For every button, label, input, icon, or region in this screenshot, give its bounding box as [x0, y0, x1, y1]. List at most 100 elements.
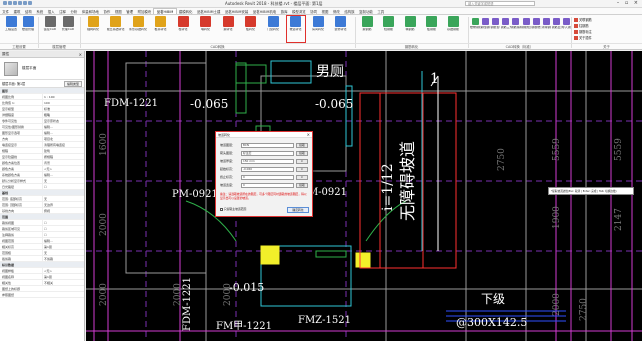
arrow-layer-input[interactable]: 标注层 — [241, 150, 294, 156]
pick-ramp-layer-button[interactable]: 提取 — [296, 142, 308, 148]
ribbon-tool[interactable]: 钢筋三维 — [501, 16, 511, 42]
tool-icon — [553, 18, 561, 25]
tool-label: 梁柱钢筋 — [480, 26, 490, 29]
properties-title: 属性 — [2, 52, 10, 56]
tool-icon — [471, 18, 479, 25]
ribbon-tab[interactable]: 品茗HiBIM — [153, 8, 177, 14]
ribbon-tool[interactable]: 楼层管理 — [19, 16, 37, 42]
command-tooltip: *提取坡道边线(Esc: 取消 | Enter: 完成 | Tab: 切换边线) — [548, 187, 634, 195]
ribbon-tool[interactable]: 墙转化 — [197, 16, 215, 42]
tool-icon — [290, 16, 301, 27]
tool-label: 柱转化 — [178, 28, 188, 31]
ribbon-tool[interactable]: 钢筋编辑 — [511, 16, 521, 42]
ribbon-tool[interactable]: 坡道转化 — [285, 15, 306, 43]
checkbox-icon[interactable] — [220, 207, 223, 211]
ribbon-tool[interactable]: 梁转化 — [219, 16, 237, 42]
ribbon-tool[interactable]: 钢筋检查 — [521, 16, 531, 42]
edit-type-button[interactable]: 编辑类型 — [63, 81, 82, 87]
pick-arrow-layer-button[interactable]: 提取 — [296, 150, 308, 156]
tool-icon — [155, 16, 166, 27]
convert-button[interactable]: 确定转化 — [287, 207, 309, 213]
ribbon-tool[interactable]: 桩基转化 — [152, 16, 170, 42]
chevron-down-icon[interactable]: ▾ — [296, 158, 308, 164]
ribbon-tool[interactable]: 轴网转化 — [84, 16, 102, 42]
tool-label: 楼梯钢筋 — [470, 26, 480, 29]
ramp-layer-input[interactable]: BCN — [241, 142, 294, 148]
ribbon-tool[interactable]: 清除钢筋 — [541, 16, 551, 42]
ribbon-tool[interactable]: 钢筋显示 — [552, 16, 562, 42]
cad-drawing[interactable]: 男厕FDM-1221 -0.065 -0.065PM-0921 FM-0921-0.0… — [86, 51, 642, 341]
ramp-width-field: 坡道宽度： 0 提取 — [220, 182, 310, 188]
ribbon-tool[interactable]: 板转化 — [242, 16, 260, 42]
tool-label: 房间转化 — [311, 28, 324, 31]
tool-icon — [491, 18, 499, 25]
ribbon-tool[interactable]: 板钢筋 — [423, 16, 441, 42]
end-level-field: 终止标高： 0 ▾ — [220, 174, 310, 180]
ribbon-tool[interactable]: 柱转化 — [174, 16, 192, 42]
quick-access-toolbar[interactable] — [3, 1, 41, 7]
start-level-field: 起始标高： -0.060 ▾ — [220, 166, 310, 172]
tool-icon — [383, 16, 394, 27]
tool-icon — [502, 18, 510, 25]
tool-label: 钢筋统计 — [531, 26, 541, 29]
ramp-layer-field: 坡道图层： BCN 提取 — [220, 142, 310, 148]
window-controls[interactable]: – ▫ × — [617, 1, 640, 6]
drawing-canvas[interactable]: 男厕 FDM-1221 -0.065 -0.065 PM-0921 FM-0921 -0.0… — [86, 51, 642, 341]
ribbon-tool[interactable]: 房间转化 — [309, 16, 327, 42]
ribbon-tool[interactable]: 装修转化 — [332, 16, 350, 42]
ribbon-tool[interactable]: 工程设置 — [2, 16, 20, 42]
close-icon[interactable]: × — [79, 51, 82, 58]
group-label: 工程设置 — [0, 43, 38, 50]
tool-label: 柱钢筋 — [383, 28, 393, 31]
tool-icon — [426, 16, 437, 27]
cad-label: PM-0921 — [172, 189, 218, 200]
ribbon-tool[interactable]: 条形基础转化 — [129, 16, 147, 42]
cad-label: 2147 — [614, 208, 624, 231]
ribbon-tool[interactable]: 钢筋统计 — [531, 16, 541, 42]
cad-label: 下级 — [481, 292, 505, 306]
ribbon-tool[interactable]: 独立基础转化 — [107, 16, 125, 42]
ribbon-tool[interactable]: 门窗转化 — [264, 16, 282, 42]
property-rows: 图形 视图比例 1 : 100 比例值 1: 100 显示模型 标准 详细程度 粗略 零件可见性显… — [0, 88, 84, 298]
tool-icon — [563, 18, 571, 25]
end-level-select[interactable]: 0 — [241, 174, 294, 180]
ribbon-tool[interactable]: 柱钢筋 — [380, 16, 398, 42]
type-name: 楼层平面 — [22, 66, 37, 70]
ribbon-tool[interactable]: 链接CAD — [41, 16, 59, 42]
ramp-width-input[interactable]: 0 — [241, 182, 294, 188]
tool-label: 钢筋三维 — [500, 26, 511, 29]
cad-label: 1900 — [552, 206, 562, 229]
side-tool[interactable]: 关于插件 — [574, 35, 614, 41]
tool-icon — [312, 16, 324, 27]
help-search-input[interactable]: 键入关键字或短语 — [465, 1, 535, 6]
type-selector[interactable]: 楼层平面 — [0, 58, 84, 80]
tool-label: 钢筋显示 — [551, 26, 562, 29]
start-level-select[interactable]: -0.060 — [241, 166, 294, 172]
ramp-convert-dialog[interactable]: 坡道转化 × 坡道图层： BCN 提取 箭头图层： 标注层 提取 坡道厚度： 1… — [215, 131, 313, 217]
cad-label: 无障碍坡道 — [398, 141, 417, 221]
tool-icon — [532, 18, 540, 25]
ribbon-tool[interactable]: 墙钢筋 — [401, 16, 419, 42]
cad-label: 2000 — [173, 283, 183, 306]
main-ramp-only-checkbox[interactable]: 只提取主坡道范围 — [220, 207, 246, 212]
property-row[interactable]: 参照图纸 — [0, 292, 84, 298]
ribbon-tool[interactable]: 梁柱钢筋 — [480, 16, 490, 42]
cad-label: 男厕 — [316, 64, 344, 80]
tool-label: 楼层管理 — [21, 28, 34, 31]
ribbon-tool[interactable]: 基础钢筋 — [444, 16, 462, 42]
close-icon[interactable]: × — [307, 132, 310, 138]
instance-selector[interactable]: 楼层平面: 第1层 编辑类型 — [0, 80, 84, 88]
cad-label: 2000 — [223, 283, 233, 306]
tool-icon — [404, 16, 416, 27]
ribbon-tool[interactable]: 管理CAD — [59, 16, 77, 42]
pick-ramp-width-button[interactable]: 提取 — [296, 182, 308, 188]
ribbon-tool[interactable]: 钢筋查看 — [490, 16, 500, 42]
ribbon-tool[interactable]: 梁钢筋 — [358, 16, 376, 42]
rebar-icon — [574, 18, 578, 22]
ramp-thickness-select[interactable]: 150 mm — [241, 158, 294, 164]
ribbon-panel: 工程设置 楼层管理 链接CAD 管理CAD 轴网转化 独立基础转化 条形基础转化 桩基转化 柱转… — [0, 15, 642, 50]
chevron-down-icon[interactable]: ▾ — [296, 166, 308, 172]
tool-icon — [267, 16, 279, 27]
ribbon-tool[interactable]: 楼梯钢筋 — [470, 16, 480, 42]
chevron-down-icon[interactable]: ▾ — [296, 174, 308, 180]
